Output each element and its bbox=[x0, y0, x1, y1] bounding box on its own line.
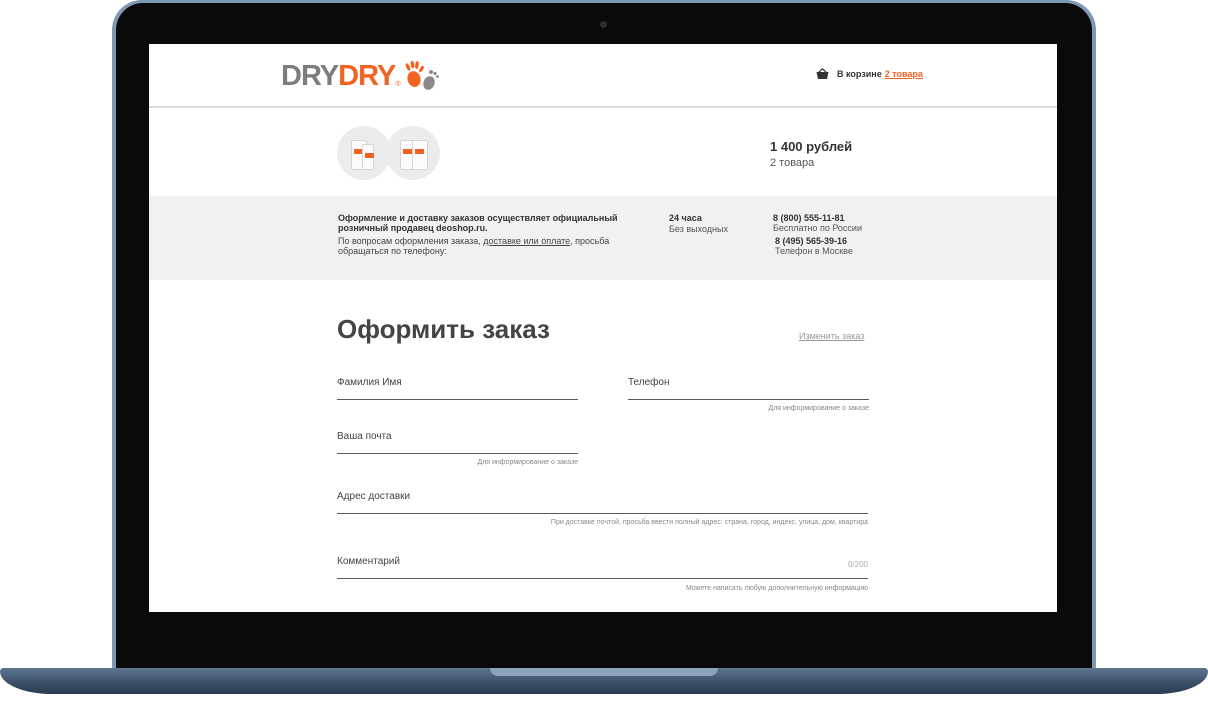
cart-products bbox=[337, 126, 447, 182]
comment-counter: 0/200 bbox=[847, 560, 868, 569]
info-banner: Оформление и доставку заказов осуществля… bbox=[149, 196, 1057, 280]
phone-note-russia: Бесплатно по России bbox=[773, 223, 862, 233]
delivery-payment-link[interactable]: доставке или оплате bbox=[483, 236, 570, 246]
product-bottle bbox=[362, 144, 374, 170]
email-field[interactable]: Ваша почта Для информирование о заказе bbox=[337, 431, 578, 471]
working-hours: 24 часа Без выходных bbox=[669, 213, 728, 235]
phone-number-moscow[interactable]: 8 (495) 565-39-16 bbox=[775, 236, 862, 246]
order-summary: 1 400 рублей 2 товара bbox=[770, 139, 852, 169]
order-total-price: 1 400 рублей bbox=[770, 139, 853, 154]
address-field[interactable]: Адрес доставки При доставке почтой, прос… bbox=[337, 491, 868, 531]
name-input-line[interactable] bbox=[337, 399, 578, 400]
logo-text-gray: DRY bbox=[281, 59, 339, 92]
address-hint: При доставке почтой, просьба ввести полн… bbox=[550, 519, 868, 526]
order-item-count: 2 товара bbox=[770, 157, 815, 169]
basket-icon[interactable] bbox=[816, 68, 829, 80]
page-title: Оформить заказ bbox=[337, 314, 550, 344]
camera-icon bbox=[600, 21, 607, 28]
logo-registered-mark: ® bbox=[395, 81, 401, 88]
phone-note-moscow: Телефон в Москве bbox=[775, 246, 853, 256]
address-label: Адрес доставки bbox=[337, 491, 411, 502]
seller-info: Оформление и доставку заказов осуществля… bbox=[338, 213, 638, 256]
email-input-line[interactable] bbox=[337, 453, 578, 454]
laptop-hinge-notch bbox=[490, 668, 718, 676]
phone-number-russia[interactable]: 8 (800) 555-11-81 bbox=[773, 213, 862, 223]
product-thumbnail[interactable] bbox=[386, 126, 440, 180]
cart-label: В корзине bbox=[837, 69, 882, 79]
phone-label: Телефон bbox=[628, 377, 670, 388]
seller-text: Оформление и доставку заказов осуществля… bbox=[338, 213, 618, 233]
email-hint: Для информирование о заказе bbox=[477, 459, 578, 466]
product-box bbox=[412, 140, 428, 170]
drydry-logo[interactable]: DRY DRY ® bbox=[281, 58, 440, 94]
phone-hint: Для информирование о заказе bbox=[768, 405, 869, 412]
footprints-icon bbox=[406, 61, 440, 90]
site-header: DRY DRY ® В корзине 2 товара bbox=[149, 44, 1057, 108]
comment-field[interactable]: Комментарий 0/200 Можете написать любую … bbox=[337, 556, 868, 596]
name-label: Фамилия Имя bbox=[337, 377, 402, 388]
contact-text-before: По вопросам оформления заказа, bbox=[338, 236, 484, 246]
name-field[interactable]: Фамилия Имя bbox=[337, 377, 578, 402]
screen: DRY DRY ® В корзине 2 товара 1 400 рубле… bbox=[149, 44, 1057, 612]
comment-hint: Можете написать любую дополнительную инф… bbox=[685, 585, 868, 592]
comment-input-line[interactable] bbox=[337, 578, 868, 579]
comment-label: Комментарий bbox=[337, 556, 400, 567]
phone-list: 8 (800) 555-11-81 Бесплатно по России 8 … bbox=[773, 213, 862, 256]
hours-text: 24 часа bbox=[669, 213, 702, 223]
phone-field[interactable]: Телефон Для информирование о заказе bbox=[628, 377, 869, 417]
cart-summary: В корзине 2 товара bbox=[816, 68, 923, 80]
product-thumbnail[interactable] bbox=[337, 126, 391, 180]
phone-input-line[interactable] bbox=[628, 399, 869, 400]
days-text: Без выходных bbox=[669, 224, 728, 234]
contact-text: По вопросам оформления заказа, доставке … bbox=[338, 236, 638, 256]
edit-order-link[interactable]: Изменить заказ bbox=[799, 331, 864, 341]
email-label: Ваша почта bbox=[337, 431, 392, 442]
cart-items-link[interactable]: 2 товара bbox=[885, 69, 923, 79]
address-input-line[interactable] bbox=[337, 513, 868, 514]
logo-text-orange: DRY bbox=[338, 59, 396, 92]
